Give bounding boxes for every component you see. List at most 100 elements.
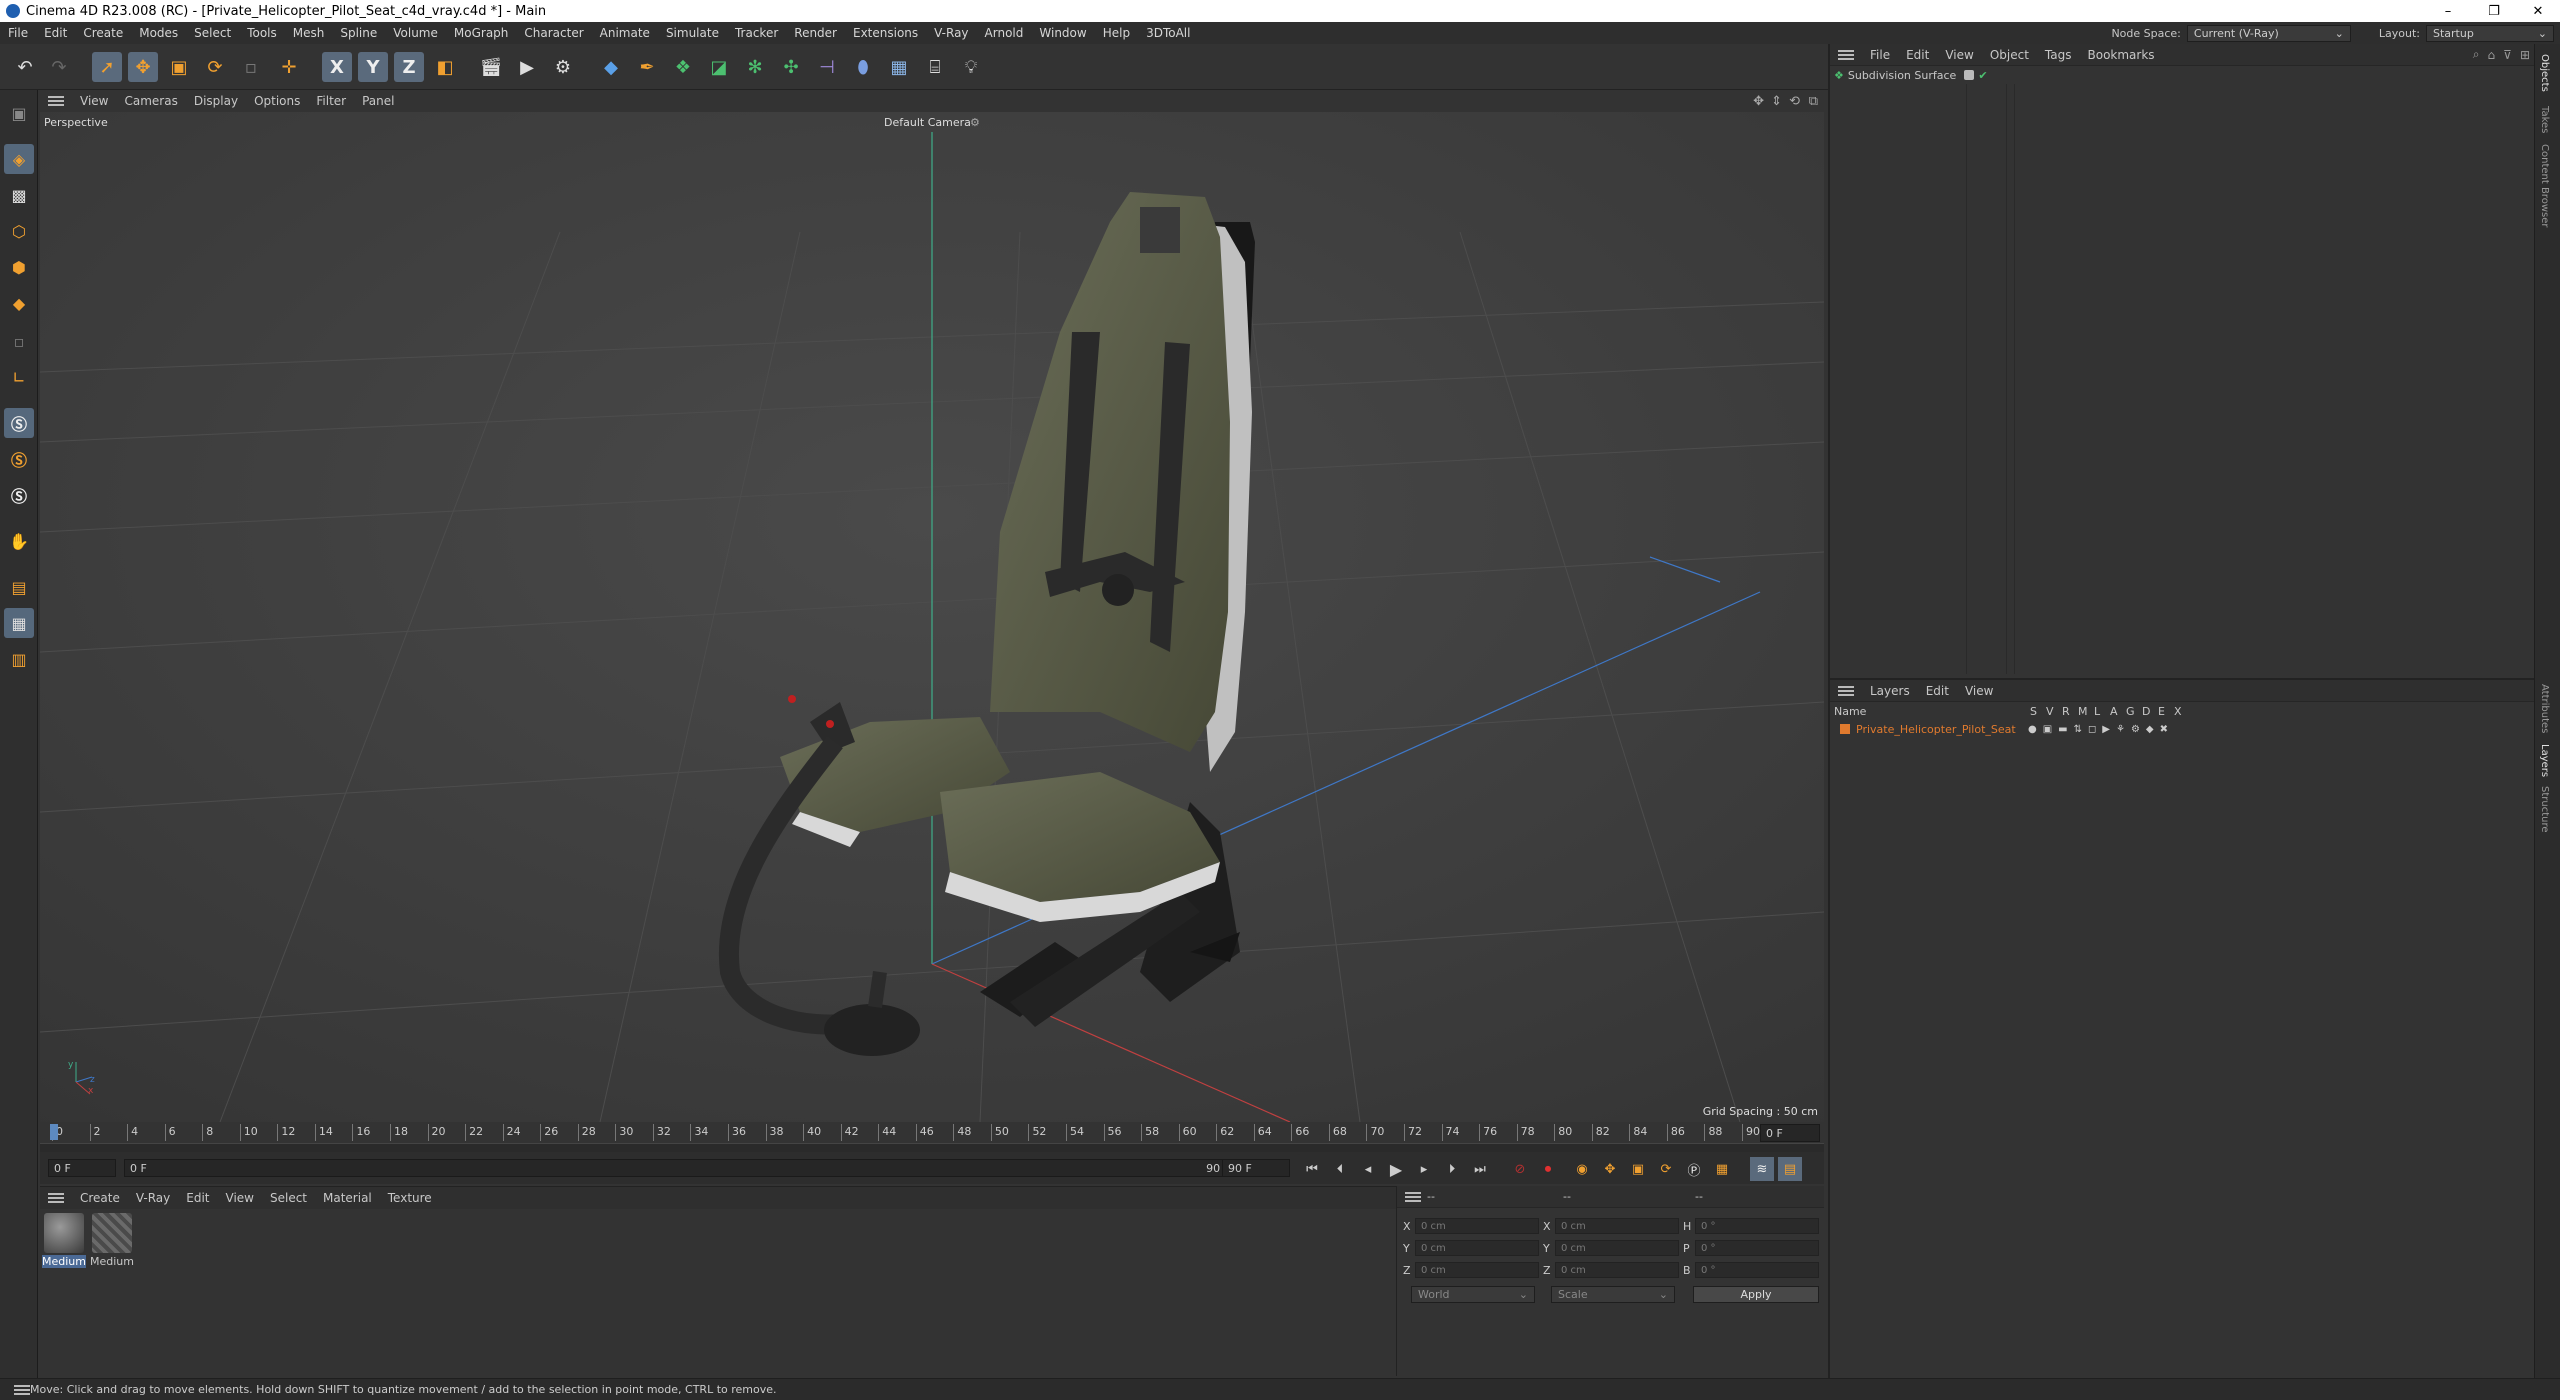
menu-render[interactable]: Render bbox=[786, 26, 845, 40]
parameter-key-icon[interactable]: Ⓟ bbox=[1682, 1157, 1706, 1181]
layer-menu-layers[interactable]: Layers bbox=[1862, 684, 1918, 698]
redo-icon[interactable]: ↷ bbox=[44, 52, 74, 82]
menu-simulate[interactable]: Simulate bbox=[658, 26, 727, 40]
scale-tool-icon[interactable]: ▣ bbox=[164, 52, 194, 82]
viewport-zoom-icon[interactable]: ⇕ bbox=[1771, 94, 1782, 109]
floor-environment-icon[interactable]: ▦ bbox=[884, 52, 914, 82]
snap-settings-icon[interactable]: Ⓢ bbox=[4, 444, 34, 474]
menu-tracker[interactable]: Tracker bbox=[727, 26, 786, 40]
move-tool-icon[interactable]: ✥ bbox=[128, 52, 158, 82]
menu-mograph[interactable]: MoGraph bbox=[446, 26, 517, 40]
hamburger-menu-icon[interactable] bbox=[48, 1193, 64, 1203]
undo-icon[interactable]: ↶ bbox=[10, 52, 40, 82]
layer-menu-edit[interactable]: Edit bbox=[1918, 684, 1957, 698]
menu-create[interactable]: Create bbox=[75, 26, 131, 40]
camera-icon[interactable]: ⌸ bbox=[920, 52, 950, 82]
tweak-mode-icon[interactable]: ✋ bbox=[4, 526, 34, 556]
record-keys-icon[interactable]: ⊘ bbox=[1508, 1157, 1532, 1181]
recent-tool-icon[interactable]: ▫ bbox=[236, 52, 266, 82]
max-frame-field[interactable]: 90 F bbox=[1222, 1159, 1290, 1177]
previous-key-icon[interactable]: ⏴ bbox=[1328, 1157, 1352, 1181]
new-window-icon[interactable]: ⊞ bbox=[2516, 48, 2534, 62]
material-menu-select[interactable]: Select bbox=[262, 1191, 315, 1205]
object-row[interactable]: ❖ Subdivision Surface ✔ bbox=[1830, 66, 2534, 84]
workplane-icon[interactable]: ▤ bbox=[4, 572, 34, 602]
timeline-ruler[interactable]: 0 2 4 6 8 10 12 14 16 18 20 22 24 26 28 30 32 34 36 38 40 42 4… bbox=[40, 1122, 1824, 1144]
tab-attributes[interactable]: Attributes bbox=[2539, 684, 2550, 733]
tab-takes[interactable]: Takes bbox=[2539, 106, 2550, 133]
layer-row[interactable]: Private_Helicopter_Pilot_Seat ●▣▬⇅◻▶⚘⚙◆✖ bbox=[1830, 720, 2534, 738]
coordinate-space-dropdown[interactable]: World ⌄ bbox=[1411, 1286, 1535, 1303]
mograph-effector-icon[interactable]: ✣ bbox=[776, 52, 806, 82]
layer-menu-view[interactable]: View bbox=[1957, 684, 2001, 698]
menu-animate[interactable]: Animate bbox=[592, 26, 658, 40]
texture-mode-icon[interactable]: ▩ bbox=[4, 180, 34, 210]
viewport-maximize-icon[interactable]: ⧉ bbox=[1809, 94, 1818, 109]
object-menu-bookmarks[interactable]: Bookmarks bbox=[2080, 48, 2163, 62]
x-axis-lock-button[interactable]: X bbox=[322, 52, 352, 82]
layout-dropdown[interactable]: Startup ⌄ bbox=[2426, 24, 2554, 42]
tab-objects[interactable]: Objects bbox=[2539, 54, 2550, 92]
next-key-icon[interactable]: ⏵ bbox=[1440, 1157, 1464, 1181]
restore-button[interactable]: ❐ bbox=[2474, 0, 2514, 22]
material-menu-view[interactable]: View bbox=[218, 1191, 262, 1205]
point-level-key-icon[interactable]: ▦ bbox=[1710, 1157, 1734, 1181]
object-menu-file[interactable]: File bbox=[1862, 48, 1898, 62]
hamburger-menu-icon[interactable] bbox=[14, 1385, 30, 1395]
node-space-dropdown[interactable]: Current (V-Ray) ⌄ bbox=[2186, 24, 2351, 42]
position-key-icon[interactable]: ✥ bbox=[1598, 1157, 1622, 1181]
viewport-menu-view[interactable]: View bbox=[72, 94, 116, 108]
hamburger-menu-icon[interactable] bbox=[48, 96, 64, 106]
current-frame-field[interactable]: 0 F bbox=[48, 1159, 116, 1177]
uv-mode-icon[interactable]: ▫ bbox=[4, 326, 34, 356]
live-selection-icon[interactable]: ➚ bbox=[92, 52, 122, 82]
go-to-end-icon[interactable]: ⏭ bbox=[1468, 1157, 1492, 1181]
layer-color-swatch[interactable] bbox=[1840, 724, 1850, 734]
camera-label[interactable]: Default Camera bbox=[884, 116, 971, 129]
render-view-icon[interactable]: ▶ bbox=[512, 52, 542, 82]
polygon-mode-icon[interactable]: ◆ bbox=[4, 288, 34, 318]
material-swatch[interactable]: Medium bbox=[42, 1213, 86, 1271]
menu-help[interactable]: Help bbox=[1095, 26, 1138, 40]
make-editable-icon[interactable]: ▣ bbox=[4, 98, 34, 128]
rotation-key-icon[interactable]: ⟳ bbox=[1654, 1157, 1678, 1181]
layer-toggle-icons[interactable]: ●▣▬⇅◻▶⚘⚙◆✖ bbox=[2028, 724, 2174, 735]
pos-x-field[interactable]: 0 cm bbox=[1415, 1218, 1539, 1234]
viewport-perspective[interactable]: View Cameras Display Options Filter Pane… bbox=[40, 90, 1824, 1122]
material-menu-vray[interactable]: V-Ray bbox=[128, 1191, 178, 1205]
axis-mode-icon[interactable]: ∟ bbox=[4, 362, 34, 392]
z-axis-lock-button[interactable]: Z bbox=[394, 52, 424, 82]
deformer-icon[interactable]: ⊣ bbox=[812, 52, 842, 82]
menu-spline[interactable]: Spline bbox=[332, 26, 385, 40]
add-object-icon[interactable]: ✛ bbox=[274, 52, 304, 82]
menu-vray[interactable]: V-Ray bbox=[926, 26, 976, 40]
playhead-marker[interactable] bbox=[50, 1124, 58, 1140]
render-settings-icon[interactable]: ⚙ bbox=[548, 52, 578, 82]
grid-plane-icon[interactable]: ▦ bbox=[4, 608, 34, 638]
viewport-menu-display[interactable]: Display bbox=[186, 94, 246, 108]
viewport-rotate-icon[interactable]: ⟲ bbox=[1789, 94, 1800, 109]
viewport-menu-cameras[interactable]: Cameras bbox=[116, 94, 185, 108]
material-swatch[interactable]: Medium bbox=[90, 1213, 134, 1271]
enabled-check-icon[interactable]: ✔ bbox=[1978, 69, 1987, 82]
rotate-tool-icon[interactable]: ⟳ bbox=[200, 52, 230, 82]
menu-select[interactable]: Select bbox=[186, 26, 239, 40]
hamburger-menu-icon[interactable] bbox=[1405, 1191, 1421, 1202]
close-button[interactable]: ✕ bbox=[2518, 0, 2558, 22]
menu-volume[interactable]: Volume bbox=[385, 26, 446, 40]
rot-b-field[interactable]: 0 ° bbox=[1695, 1262, 1819, 1278]
menu-arnold[interactable]: Arnold bbox=[977, 26, 1032, 40]
apply-button[interactable]: Apply bbox=[1693, 1286, 1819, 1303]
material-menu-edit[interactable]: Edit bbox=[178, 1191, 217, 1205]
menu-3dtoall[interactable]: 3DToAll bbox=[1138, 26, 1198, 40]
light-icon[interactable]: 💡︎ bbox=[956, 52, 986, 82]
search-icon[interactable]: ⌕ bbox=[2469, 47, 2484, 62]
material-menu-create[interactable]: Create bbox=[72, 1191, 128, 1205]
home-icon[interactable]: ⌂ bbox=[2484, 48, 2500, 62]
tab-structure[interactable]: Structure bbox=[2539, 786, 2550, 833]
camera-gear-icon[interactable]: ⚙ bbox=[970, 116, 980, 129]
rot-p-field[interactable]: 0 ° bbox=[1695, 1240, 1819, 1256]
model-mode-icon[interactable]: ◈ bbox=[4, 144, 34, 174]
keyframe-selection-icon[interactable]: ◉ bbox=[1570, 1157, 1594, 1181]
snap-enable-icon[interactable]: Ⓢ bbox=[4, 408, 34, 438]
